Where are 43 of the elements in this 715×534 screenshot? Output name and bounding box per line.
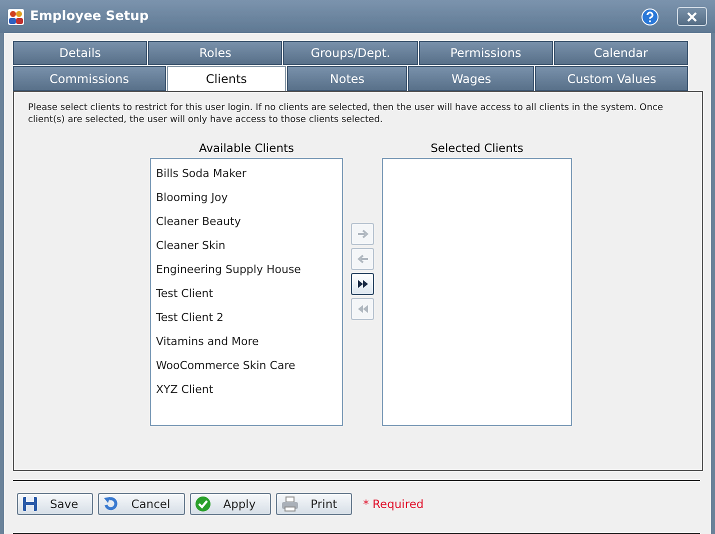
double-right-icon <box>356 279 368 289</box>
cancel-button[interactable]: Cancel <box>98 493 186 515</box>
list-item[interactable]: Bills Soda Maker <box>151 163 342 187</box>
list-item[interactable]: Cleaner Skin <box>151 235 342 259</box>
help-icon[interactable] <box>641 8 659 26</box>
instructions-text: Please select clients to restrict for this user login. If no clients are selected, then the user will have access to all clients in the system. Once client(s) are selected, the user will only have access to those clients selected. <box>28 102 664 126</box>
list-item[interactable]: WooCommerce Skin Care <box>151 355 342 379</box>
right-arrow-icon <box>356 229 368 239</box>
check-icon <box>195 496 212 512</box>
list-item[interactable]: XYZ Client <box>151 379 342 403</box>
printer-icon <box>280 496 299 512</box>
required-note: * Required <box>363 497 424 511</box>
apply-button[interactable]: Apply <box>190 493 271 515</box>
tab[interactable]: Calendar <box>554 41 688 65</box>
double-left-icon <box>356 304 368 314</box>
tab[interactable]: Roles <box>148 41 282 65</box>
list-item[interactable]: Cleaner Beauty <box>151 211 342 235</box>
tab[interactable]: Notes <box>287 66 408 91</box>
window-title: Employee Setup <box>30 9 150 24</box>
list-item[interactable]: Engineering Supply House <box>151 259 342 283</box>
undo-icon <box>103 496 120 512</box>
people-icon <box>8 8 24 24</box>
print-button[interactable]: Print <box>276 493 352 515</box>
tab[interactable]: Permissions <box>418 41 553 65</box>
selected-clients-list[interactable] <box>382 158 572 426</box>
tab[interactable]: Custom Values <box>535 66 688 91</box>
close-icon <box>687 12 697 22</box>
list-item[interactable]: Test Client <box>151 283 342 307</box>
available-clients-list[interactable]: Bills Soda Maker Blooming Joy Cleaner Beauty Cleaner Skin Engineering Supply House Test Client Test Client 2 Vitamins and More WooCommerce Skin Care XYZ Client <box>150 158 343 426</box>
save-button[interactable]: Save <box>17 493 94 515</box>
tab[interactable]: Groups/Dept. <box>283 41 418 65</box>
list-title: Selected Clients <box>430 141 524 155</box>
tab[interactable]: Wages <box>408 66 534 91</box>
tab[interactable]: Clients <box>166 66 286 91</box>
tab[interactable]: Details <box>13 41 148 65</box>
tab[interactable]: Commissions <box>13 66 166 91</box>
close-button[interactable] <box>677 7 707 26</box>
list-item[interactable]: Blooming Joy <box>151 187 342 211</box>
list-item[interactable]: Vitamins and More <box>151 331 342 355</box>
list-title: Available Clients <box>199 141 294 155</box>
left-arrow-icon <box>356 254 368 264</box>
move-all-right-button[interactable] <box>351 273 374 295</box>
list-item[interactable]: Test Client 2 <box>151 307 342 331</box>
